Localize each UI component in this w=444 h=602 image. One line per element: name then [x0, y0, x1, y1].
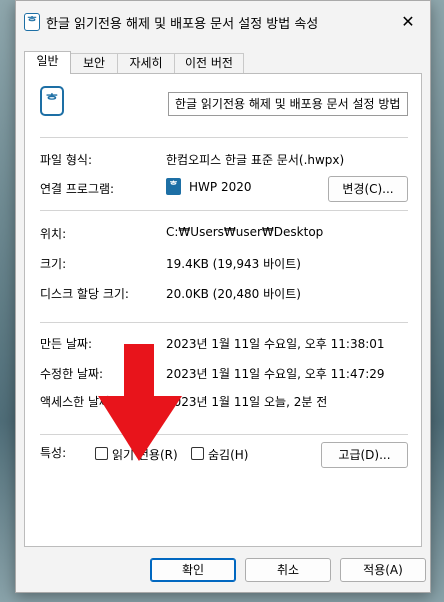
- attributes-label: 특성:: [40, 446, 67, 460]
- hwp-file-icon: ᄒ: [40, 86, 64, 116]
- arrow-shape: [98, 344, 182, 461]
- divider: [40, 322, 408, 323]
- created-label: 만든 날짜:: [40, 337, 93, 351]
- apply-button[interactable]: 적용(A): [340, 558, 426, 582]
- tab-security[interactable]: 보안: [70, 53, 118, 73]
- size-value: 19.4KB (19,943 바이트): [166, 257, 301, 271]
- hwp-document-icon: ᄒ: [24, 13, 40, 31]
- advanced-button[interactable]: 고급(D)...: [321, 442, 408, 468]
- change-button[interactable]: 변경(C)...: [328, 176, 408, 202]
- divider: [40, 434, 408, 435]
- location-value: C:₩Users₩user₩Desktop: [166, 225, 324, 239]
- size-label: 크기:: [40, 257, 67, 271]
- disk-size-value: 20.0KB (20,480 바이트): [166, 287, 301, 301]
- title-bar[interactable]: ᄒ 한글 읽기전용 해제 및 배포용 문서 설정 방법 속성 ✕: [16, 1, 430, 43]
- modified-value: 2023년 1월 11일 수요일, 오후 11:47:29: [166, 367, 385, 381]
- close-icon: ✕: [401, 12, 415, 31]
- tab-previous-versions[interactable]: 이전 버전: [174, 53, 244, 73]
- window-title: 한글 읽기전용 해제 및 배포용 문서 설정 방법 속성: [46, 17, 319, 32]
- general-panel: ᄒ 한글 읽기전용 해제 및 배포용 문서 설정 방법 파일 형식: 한컴오피스…: [24, 73, 422, 547]
- accessed-value: 2023년 1월 11일 오늘, 2분 전: [166, 395, 328, 409]
- hwp-app-icon: ᄒ: [166, 178, 181, 195]
- tab-general[interactable]: 일반: [24, 51, 71, 74]
- hidden-label[interactable]: 숨김(H): [208, 446, 248, 463]
- tab-details[interactable]: 자세히: [117, 53, 175, 73]
- cancel-button[interactable]: 취소: [245, 558, 331, 582]
- hidden-checkbox[interactable]: [191, 447, 204, 460]
- disk-size-label: 디스크 할당 크기:: [40, 287, 129, 301]
- divider: [40, 210, 408, 211]
- ok-button[interactable]: 확인: [150, 558, 236, 582]
- file-type-label: 파일 형식:: [40, 153, 93, 167]
- file-type-value: 한컴오피스 한글 표준 문서(.hwpx): [166, 153, 345, 167]
- file-name-input[interactable]: 한글 읽기전용 해제 및 배포용 문서 설정 방법: [168, 92, 408, 116]
- modified-label: 수정한 날짜:: [40, 367, 104, 381]
- divider: [40, 137, 408, 138]
- open-with-label: 연결 프로그램:: [40, 182, 115, 196]
- open-with-value: HWP 2020: [189, 180, 252, 194]
- close-button[interactable]: ✕: [386, 1, 430, 43]
- location-label: 위치:: [40, 227, 67, 241]
- file-name-text: 한글 읽기전용 해제 및 배포용 문서 설정 방법: [175, 97, 401, 111]
- properties-dialog: ᄒ 한글 읽기전용 해제 및 배포용 문서 설정 방법 속성 ✕ 일반 보안 자…: [15, 0, 431, 593]
- annotation-arrow-icon: [98, 344, 182, 461]
- created-value: 2023년 1월 11일 수요일, 오후 11:38:01: [166, 337, 385, 351]
